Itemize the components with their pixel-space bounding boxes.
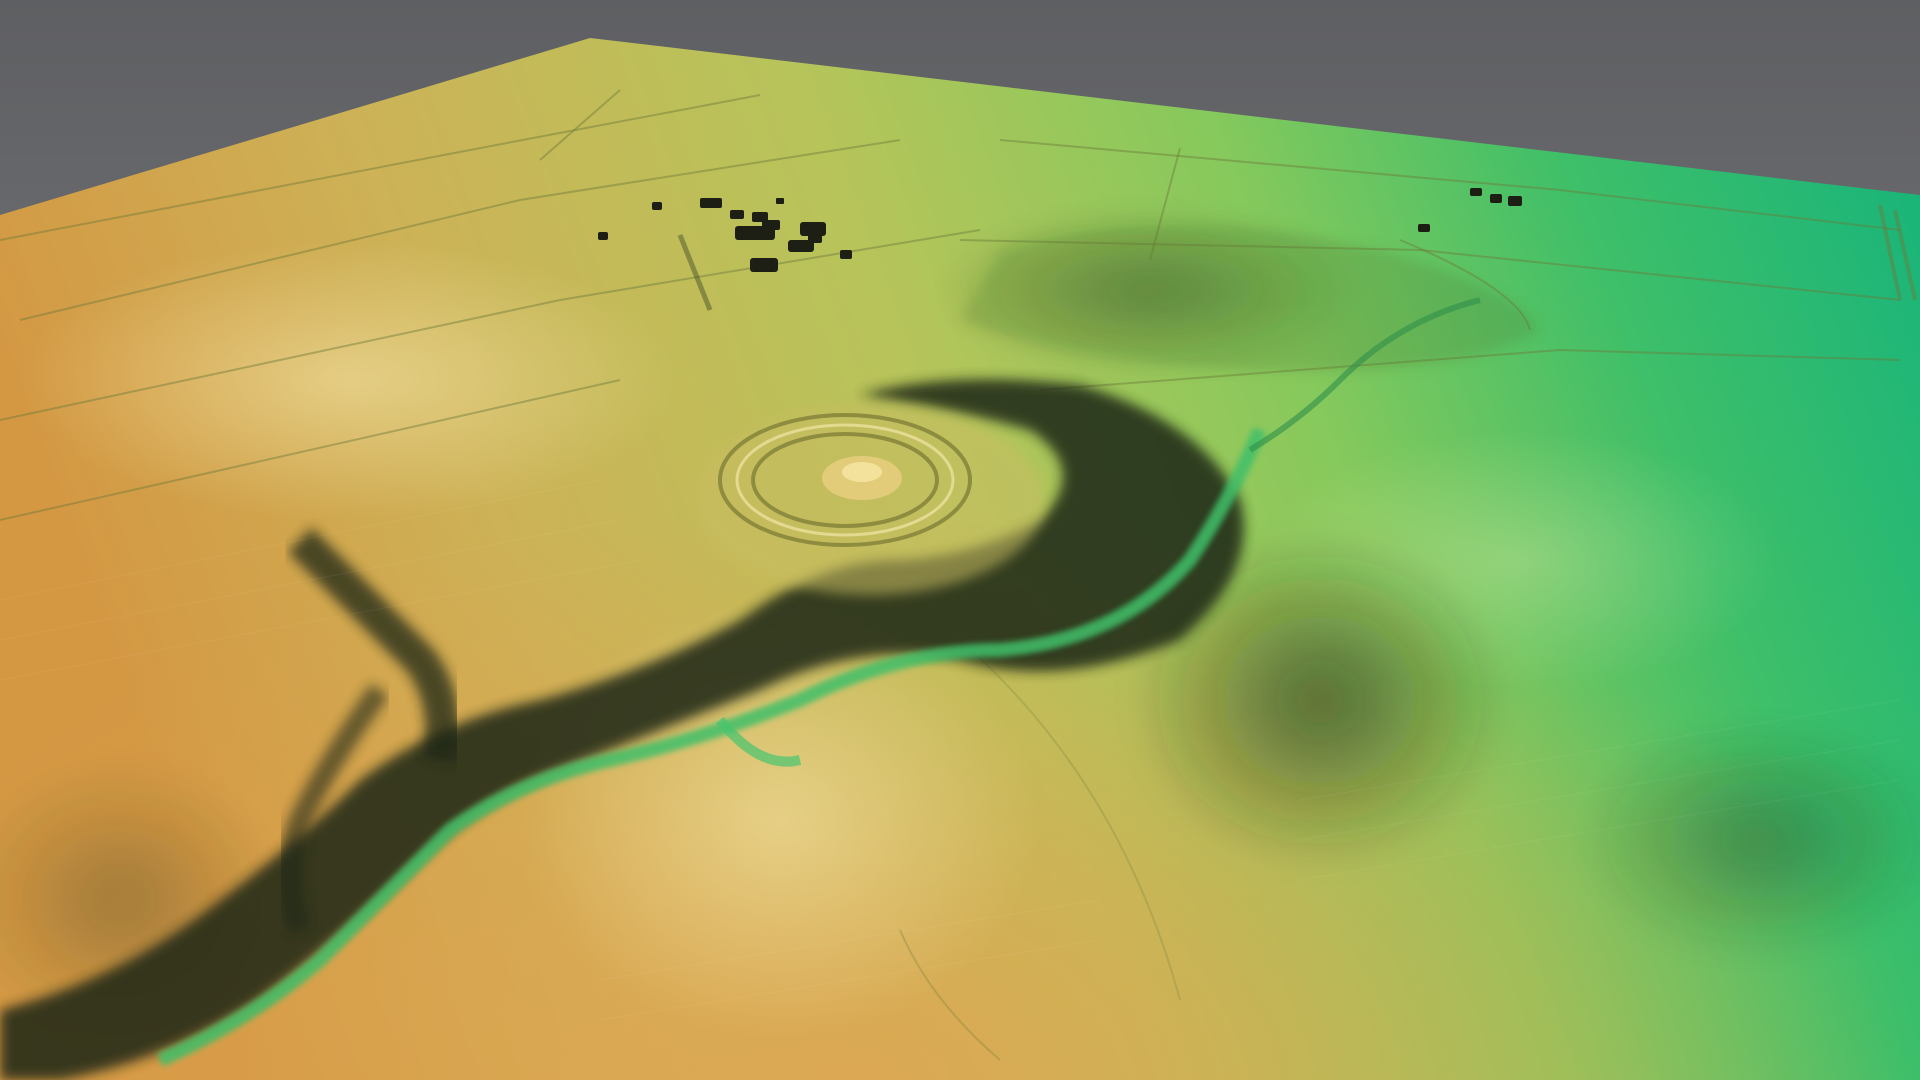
terrain-scene [0, 0, 1920, 1080]
terrain-render [0, 0, 1920, 1080]
hillfort-rings [695, 405, 1045, 595]
